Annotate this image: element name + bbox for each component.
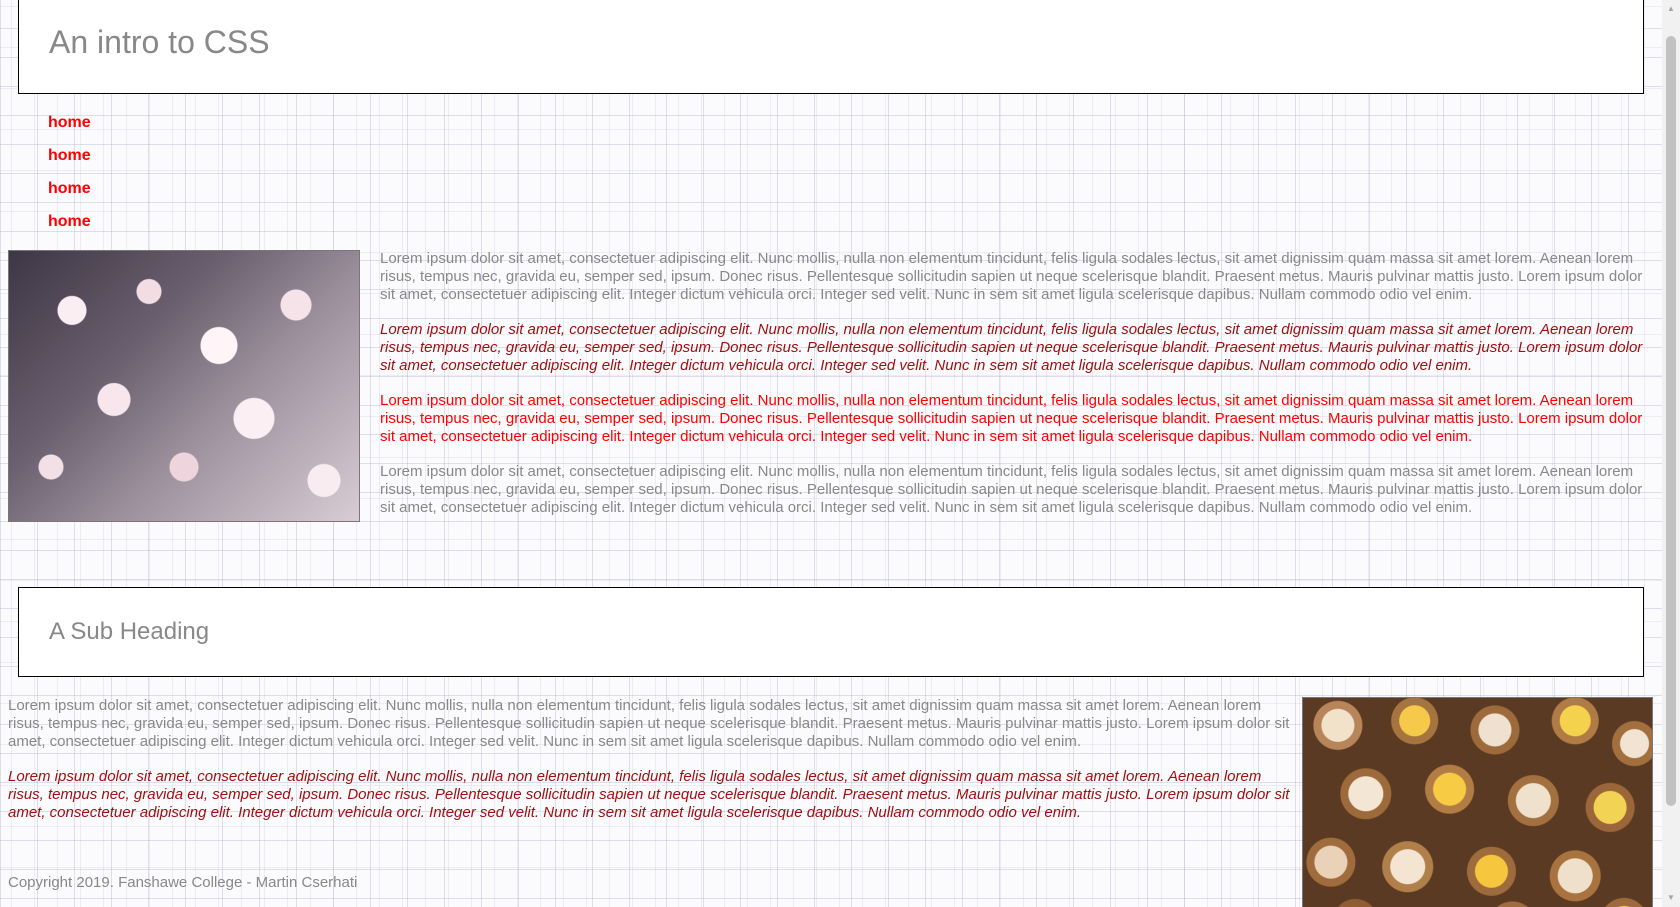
nav-item: home bbox=[48, 146, 91, 179]
nav-item: home bbox=[48, 212, 91, 245]
nav-link-home[interactable]: home bbox=[48, 114, 91, 131]
footer-copyright: Copyright 2019. Fanshawe College - Marti… bbox=[8, 874, 358, 891]
header-banner: An intro to CSS bbox=[18, 0, 1644, 94]
scrollbar-thumb[interactable] bbox=[1666, 36, 1676, 806]
scroll-up-arrow-icon[interactable]: ▲ bbox=[1662, 0, 1680, 18]
page-title: An intro to CSS bbox=[49, 24, 270, 60]
scroll-down-arrow-icon[interactable]: ▼ bbox=[1662, 889, 1680, 907]
nav-link-home[interactable]: home bbox=[48, 147, 91, 164]
page: An intro to CSS home home home home Lore… bbox=[0, 0, 1662, 907]
nav-item: home bbox=[48, 113, 91, 146]
nav-link-home[interactable]: home bbox=[48, 213, 91, 230]
content-section-1: Lorem ipsum dolor sit amet, consectetuer… bbox=[8, 250, 1653, 534]
nav-link-home[interactable]: home bbox=[48, 180, 91, 197]
subheading-banner: A Sub Heading bbox=[18, 587, 1644, 677]
dim-sum-image bbox=[1302, 697, 1653, 907]
vertical-scrollbar[interactable]: ▲ ▼ bbox=[1662, 0, 1680, 907]
nav-menu: home home home home bbox=[48, 113, 91, 245]
sub-heading: A Sub Heading bbox=[49, 618, 210, 645]
cherry-blossom-image bbox=[8, 250, 360, 522]
nav-item: home bbox=[48, 179, 91, 212]
